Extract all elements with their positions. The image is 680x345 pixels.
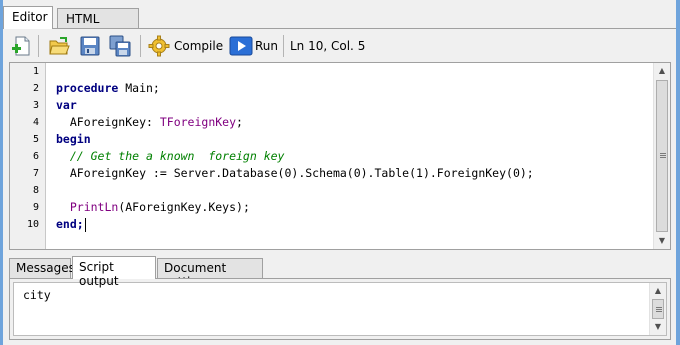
- scroll-down-arrow-icon[interactable]: ▼: [650, 319, 666, 335]
- code-line-3: var: [56, 97, 77, 114]
- code-line-6: // Get the a known foreign key: [56, 148, 285, 165]
- compile-label: Compile: [174, 39, 224, 53]
- grip-line: [660, 155, 666, 156]
- code-line-4: AForeignKey: TForeignKey;: [56, 114, 243, 131]
- tab-html-output[interactable]: HTML output: [57, 8, 139, 40]
- gear-icon: [148, 35, 170, 57]
- line-number: 8: [32, 185, 39, 196]
- editor-vertical-scrollbar[interactable]: ▲ ▼: [653, 63, 670, 249]
- open-button[interactable]: [48, 34, 70, 58]
- line-number: 1: [32, 66, 39, 77]
- script-output-box[interactable]: city ▲ ▼: [13, 282, 667, 336]
- type-name: TForeignKey: [159, 115, 237, 129]
- line-number: 4: [32, 117, 39, 128]
- line-number: 3: [32, 100, 39, 111]
- play-icon: [229, 35, 253, 57]
- save-all-button[interactable]: [109, 34, 131, 58]
- line-number: 10: [26, 219, 39, 230]
- scroll-up-arrow-icon[interactable]: ▲: [650, 283, 666, 299]
- code-line-2: procedure Main;: [56, 80, 160, 97]
- toolbar-separator: [140, 35, 141, 57]
- tab-document-settings[interactable]: Document settings: [157, 258, 263, 289]
- toolbar: Compile Run Ln 10, Col. 5: [3, 28, 676, 62]
- line-number: 9: [32, 202, 39, 213]
- grip-line: [656, 311, 662, 312]
- text-caret: [84, 217, 86, 232]
- grip-line: [660, 153, 666, 154]
- line-number: 2: [32, 83, 39, 94]
- code-line-7: AForeignKey := Server.Database(0).Schema…: [56, 165, 534, 182]
- grip-line: [656, 307, 662, 308]
- function-name: PrintLn: [69, 200, 119, 214]
- window-frame-right: [676, 0, 680, 345]
- line-number: 6: [32, 151, 39, 162]
- scroll-up-arrow-icon[interactable]: ▲: [654, 63, 670, 79]
- open-folder-icon: [48, 35, 70, 57]
- code-text: Main;: [118, 81, 160, 95]
- code-line-5: begin: [56, 131, 91, 148]
- bottom-tab-bar: Messages Script output Document settings: [9, 256, 671, 289]
- keyword: var: [56, 98, 77, 112]
- cursor-position: Ln 10, Col. 5: [290, 39, 366, 53]
- tab-messages[interactable]: Messages: [9, 258, 75, 278]
- code-line-10: end;: [56, 216, 86, 233]
- top-tab-bar: Editor HTML output: [3, 6, 676, 40]
- save-disk-icon: [79, 35, 101, 57]
- keyword: end;: [56, 217, 84, 231]
- keyword: begin: [56, 132, 91, 146]
- grip-line: [660, 157, 666, 158]
- scrollbar-thumb[interactable]: [656, 80, 668, 232]
- code-text: ;: [236, 115, 243, 129]
- code-editor[interactable]: 1 2 3 4 5 6 7 8 9 10 procedure Main; var…: [9, 62, 671, 250]
- code-text: (AForeignKey.Keys);: [118, 200, 250, 214]
- grip-line: [656, 309, 662, 310]
- code-text: AForeignKey:: [56, 115, 160, 129]
- keyword: procedure: [56, 81, 119, 95]
- tab-editor[interactable]: Editor: [3, 6, 53, 29]
- line-number-gutter: 1 2 3 4 5 6 7 8 9 10: [10, 63, 46, 249]
- scrollbar-thumb[interactable]: [652, 299, 664, 319]
- code-comment: // Get the a known foreign key: [56, 149, 285, 163]
- line-number: 7: [32, 168, 39, 179]
- save-all-icon: [109, 35, 131, 57]
- scroll-down-arrow-icon[interactable]: ▼: [654, 233, 670, 249]
- line-number: 5: [32, 134, 39, 145]
- toolbar-separator: [283, 35, 284, 57]
- output-vertical-scrollbar[interactable]: ▲ ▼: [649, 283, 666, 335]
- new-button[interactable]: [11, 34, 33, 58]
- code-area[interactable]: procedure Main; var AForeignKey: TForeig…: [56, 63, 650, 249]
- run-button[interactable]: Run: [229, 34, 278, 58]
- save-button[interactable]: [79, 34, 101, 58]
- compile-button[interactable]: Compile: [148, 34, 223, 58]
- script-output-text: city: [23, 288, 51, 302]
- toolbar-separator: [38, 35, 39, 57]
- new-document-icon: [11, 35, 33, 57]
- tab-script-output[interactable]: Script output: [72, 256, 156, 288]
- code-line-9: PrintLn(AForeignKey.Keys);: [56, 199, 250, 216]
- run-label: Run: [255, 39, 279, 53]
- code-text: AForeignKey := Server.Database(0).Schema…: [56, 166, 534, 180]
